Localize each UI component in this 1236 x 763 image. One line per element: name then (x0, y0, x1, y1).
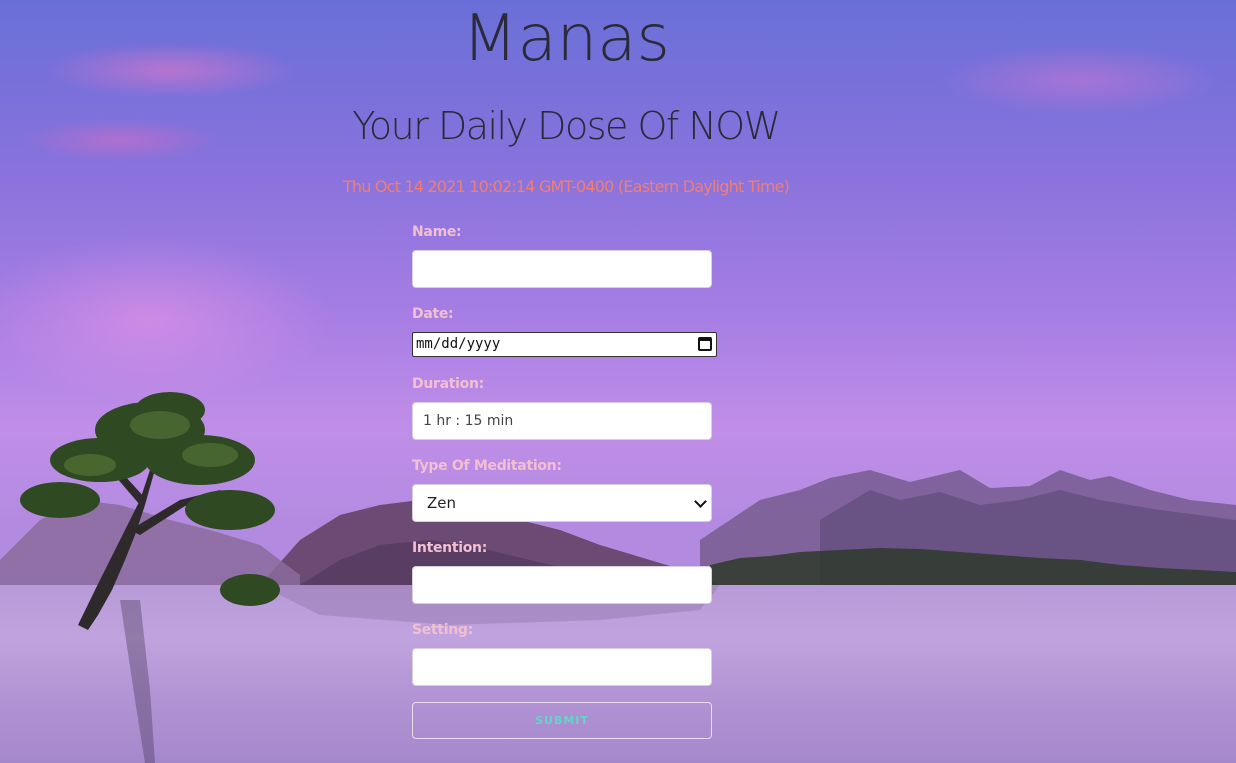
setting-label: Setting: (412, 622, 473, 638)
setting-input[interactable] (412, 648, 712, 686)
submit-button[interactable]: SUBMIT (412, 702, 712, 739)
name-input[interactable] (412, 250, 712, 288)
date-value: mm/dd/yyyy (416, 336, 501, 352)
duration-label: Duration: (412, 376, 484, 392)
date-input[interactable]: mm/dd/yyyy (412, 332, 717, 357)
app-subtitle: Your Daily Dose Of NOW (352, 104, 781, 148)
chevron-down-icon (694, 495, 707, 508)
duration-value: 1 hr : 15 min (423, 413, 514, 429)
intention-input[interactable] (412, 566, 712, 604)
date-label: Date: (412, 306, 454, 322)
meditation-type-select[interactable]: Zen (412, 484, 712, 522)
current-datetime: Thu Oct 14 2021 10:02:14 GMT-0400 (Easte… (342, 177, 790, 196)
app-title: Manas (462, 2, 670, 76)
intention-label: Intention: (412, 540, 488, 556)
meditation-type-label: Type Of Meditation: (412, 458, 562, 474)
duration-input[interactable]: 1 hr : 15 min (412, 402, 712, 440)
calendar-icon[interactable] (698, 337, 712, 351)
name-label: Name: (412, 224, 462, 240)
meditation-type-value: Zen (427, 494, 457, 512)
